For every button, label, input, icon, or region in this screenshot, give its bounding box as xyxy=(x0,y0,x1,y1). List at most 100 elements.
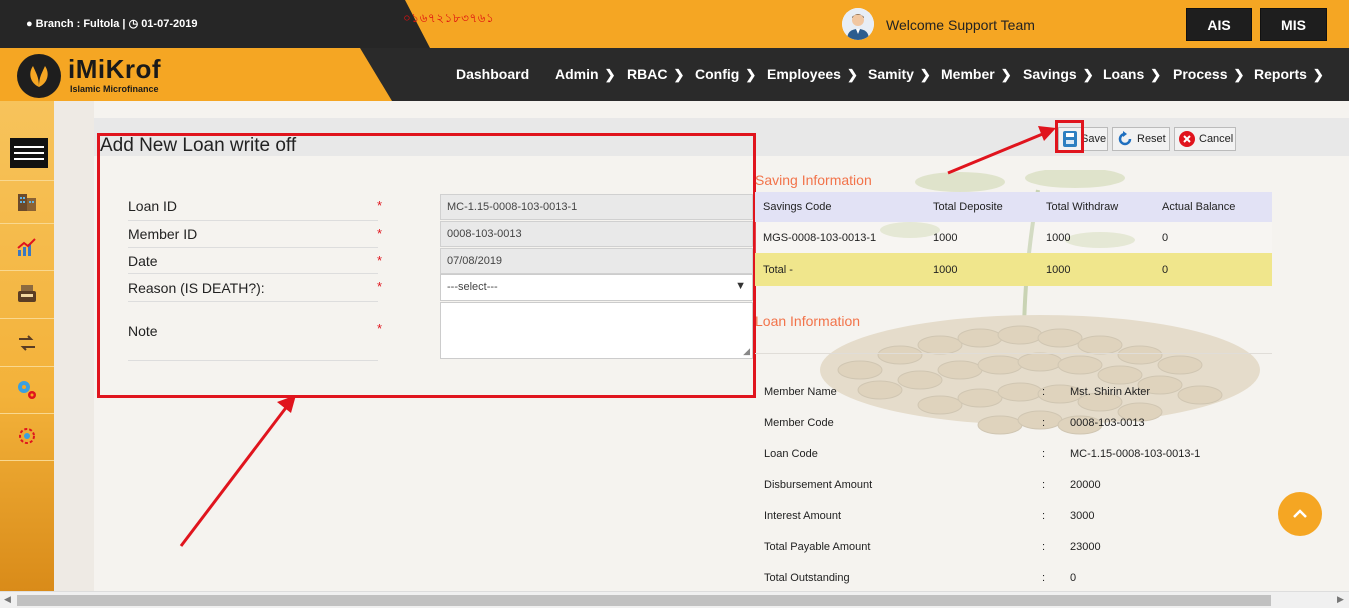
chevron-right-icon: ❯ xyxy=(1150,67,1162,82)
user-avatar-icon xyxy=(842,8,874,40)
table-cell: 1000 xyxy=(933,263,958,276)
nav-employees[interactable]: Employees ❯ xyxy=(767,66,858,83)
user-avatar[interactable] xyxy=(842,8,874,40)
logo-subtitle: Islamic Microfinance xyxy=(70,84,159,94)
chevron-right-icon: ❯ xyxy=(919,67,931,82)
nav-savings[interactable]: Savings ❯ xyxy=(1023,66,1094,83)
gears-icon[interactable] xyxy=(14,377,40,403)
column-header: Total Deposite xyxy=(933,201,1003,213)
loan-info-value: 0 xyxy=(1070,572,1077,584)
loan-info-colon: : xyxy=(1042,386,1046,398)
loan-info-colon: : xyxy=(1042,541,1046,553)
nav-label: RBAC xyxy=(627,66,668,82)
loan-info-value: Mst. Shirin Akter xyxy=(1070,386,1151,398)
horizontal-scrollbar[interactable]: ◀ ▶ xyxy=(0,591,1349,608)
nav-samity[interactable]: Samity ❯ xyxy=(868,66,931,83)
loan-info-value: MC-1.15-0008-103-0013-1 xyxy=(1070,448,1201,460)
table-cell: 1000 xyxy=(933,231,958,244)
loan-info-value: 20000 xyxy=(1070,479,1101,491)
cash-register-icon[interactable] xyxy=(14,280,40,306)
nav-loans[interactable]: Loans ❯ xyxy=(1103,66,1161,83)
settings-icon[interactable] xyxy=(14,423,40,449)
nav-label: Admin xyxy=(555,66,599,82)
nav-label: Samity xyxy=(868,66,914,82)
nav-label: Loans xyxy=(1103,66,1145,82)
loan-info-value: 0008-103-0013 xyxy=(1070,417,1145,429)
chevron-right-icon: ❯ xyxy=(846,67,858,82)
scroll-to-top-button[interactable] xyxy=(1278,492,1322,536)
scrollbar-thumb[interactable] xyxy=(17,595,1271,606)
transfer-icon[interactable] xyxy=(14,330,40,356)
sidebar-divider xyxy=(0,223,54,224)
nav-admin[interactable]: Admin ❯ xyxy=(555,66,615,83)
sidebar-divider xyxy=(0,460,54,461)
loan-info-value: 3000 xyxy=(1070,510,1095,522)
mis-button[interactable]: MIS xyxy=(1260,8,1327,41)
cancel-button[interactable]: Cancel xyxy=(1174,127,1236,151)
loan-info-divider xyxy=(755,353,1272,354)
nav-process[interactable]: Process ❯ xyxy=(1173,66,1244,83)
loan-info-label: Loan Code xyxy=(764,448,818,460)
column-header: Total Withdraw xyxy=(1046,201,1119,213)
loan-info-colon: : xyxy=(1042,572,1046,584)
nav-config[interactable]: Config ❯ xyxy=(695,66,756,83)
scroll-right-icon[interactable]: ▶ xyxy=(1337,594,1344,605)
annotation-highlight-save xyxy=(1055,120,1084,153)
table-total-row: Total - 1000 1000 0 xyxy=(755,253,1272,286)
loan-info-label: Member Name xyxy=(764,386,837,398)
loan-info-colon: : xyxy=(1042,479,1046,491)
table-cell: 1000 xyxy=(1046,231,1071,244)
nav-member[interactable]: Member ❯ xyxy=(941,66,1012,83)
branch-info: ● Branch : Fultola | ◷ 01-07-2019 xyxy=(26,17,197,30)
loan-info-colon: : xyxy=(1042,417,1046,429)
nav-label: Config xyxy=(695,66,740,82)
save-label: Save xyxy=(1081,133,1107,145)
column-header: Actual Balance xyxy=(1162,201,1236,213)
nav-label: Savings xyxy=(1023,66,1077,82)
sidebar-divider xyxy=(0,180,54,181)
nav-label: Member xyxy=(941,66,995,82)
loan-info-value: 23000 xyxy=(1070,541,1101,553)
loan-info-label: Interest Amount xyxy=(764,510,842,522)
sidebar-divider xyxy=(0,318,54,319)
loan-info-title: Loan Information xyxy=(755,313,861,329)
nav-reports[interactable]: Reports ❯ xyxy=(1254,66,1324,83)
table-cell: Total - xyxy=(763,263,793,276)
reset-button[interactable]: Reset xyxy=(1112,127,1170,151)
nav-label: Employees xyxy=(767,66,841,82)
table-row: MGS-0008-103-0013-1 1000 1000 0 xyxy=(755,222,1272,253)
logo-name[interactable]: iMiKrof xyxy=(68,54,161,85)
table-cell: MGS-0008-103-0013-1 xyxy=(763,231,877,244)
chart-icon[interactable] xyxy=(14,234,40,260)
scroll-left-icon[interactable]: ◀ xyxy=(4,594,11,605)
close-icon xyxy=(1179,131,1195,147)
sidebar-divider xyxy=(0,366,54,367)
chevron-up-icon xyxy=(1293,509,1307,518)
loan-info-label: Member Code xyxy=(764,417,834,429)
chevron-right-icon: ❯ xyxy=(1312,67,1324,82)
nav-dashboard[interactable]: Dashboard xyxy=(456,66,529,82)
loan-info-colon: : xyxy=(1042,448,1046,460)
ais-button[interactable]: AIS xyxy=(1186,8,1252,41)
chevron-right-icon: ❯ xyxy=(1000,67,1012,82)
loan-info-colon: : xyxy=(1042,510,1046,522)
chevron-right-icon: ❯ xyxy=(673,67,685,82)
chevron-right-icon: ❯ xyxy=(745,67,757,82)
nav-label: Dashboard xyxy=(456,66,530,82)
branch-name: Branch : Fultola | xyxy=(35,18,126,30)
hamburger-menu-icon[interactable] xyxy=(10,138,48,168)
sidebar-divider xyxy=(0,413,54,414)
cancel-label: Cancel xyxy=(1199,133,1234,145)
nav-rbac[interactable]: RBAC ❯ xyxy=(627,66,684,83)
refresh-icon xyxy=(1117,131,1133,147)
annotation-highlight-form xyxy=(97,133,756,398)
logo-leaf-icon[interactable] xyxy=(17,54,61,98)
welcome-text: Welcome Support Team xyxy=(886,17,1035,33)
building-icon[interactable] xyxy=(14,188,40,214)
nav-label: Reports xyxy=(1254,66,1307,82)
table-cell: 1000 xyxy=(1046,263,1071,276)
globe-icon: ● xyxy=(26,18,33,30)
chevron-right-icon: ❯ xyxy=(1082,67,1094,82)
reset-label: Reset xyxy=(1137,133,1166,145)
nav-label: Process xyxy=(1173,66,1228,82)
